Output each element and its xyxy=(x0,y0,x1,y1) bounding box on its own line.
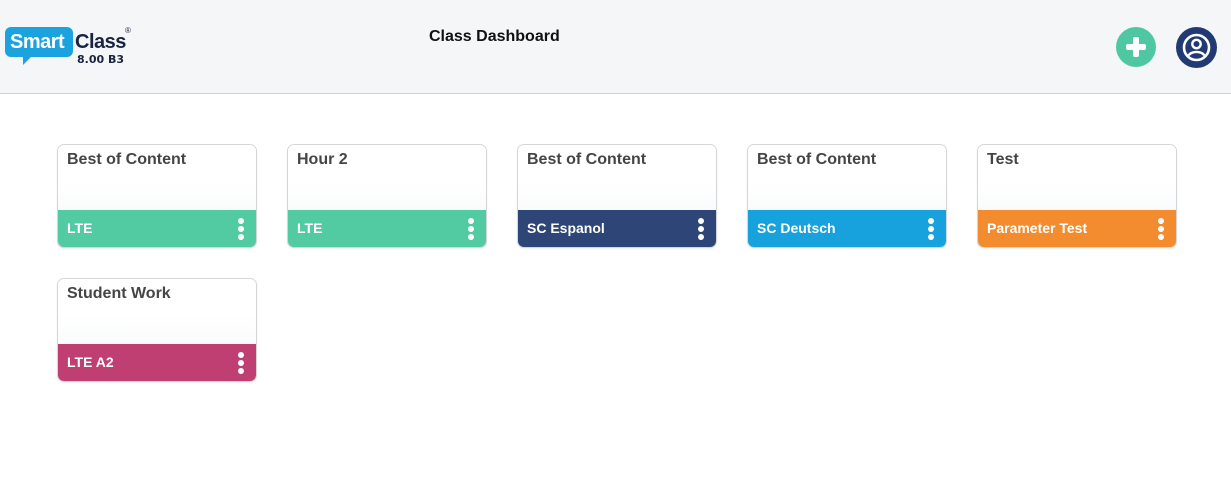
top-bar: Smart Class ® 8.00 B3 Class Dashboard xyxy=(0,0,1231,94)
class-subtitle: LTE xyxy=(67,220,93,236)
smartclass-logo: Smart Class ® 8.00 B3 xyxy=(5,26,135,69)
class-name: Best of Content xyxy=(67,151,187,168)
more-options-icon[interactable] xyxy=(234,217,248,241)
more-options-icon[interactable] xyxy=(694,217,708,241)
logo-registered-mark: ® xyxy=(125,26,131,35)
class-card-header: Best of Content xyxy=(58,145,256,210)
class-subtitle: LTE A2 xyxy=(67,354,114,370)
logo-speech-tail xyxy=(23,55,33,65)
class-card-footer: Parameter Test xyxy=(978,210,1176,247)
logo-text-class: Class xyxy=(75,31,126,53)
class-card-footer: LTE xyxy=(58,210,256,247)
page-title: Class Dashboard xyxy=(429,28,560,45)
class-name: Hour 2 xyxy=(297,151,348,168)
class-card-footer: LTE A2 xyxy=(58,344,256,381)
logo-text-smart: Smart xyxy=(10,31,65,53)
class-name: Best of Content xyxy=(527,151,647,168)
more-options-icon[interactable] xyxy=(1154,217,1168,241)
class-name: Best of Content xyxy=(757,151,877,168)
class-card[interactable]: Best of Content LTE xyxy=(57,144,257,248)
class-subtitle: LTE xyxy=(297,220,323,236)
class-name: Test xyxy=(987,151,1019,168)
more-options-icon[interactable] xyxy=(924,217,938,241)
class-card-header: Student Work xyxy=(58,279,256,344)
class-subtitle: SC Espanol xyxy=(527,220,605,236)
more-options-icon[interactable] xyxy=(464,217,478,241)
class-card-footer: SC Espanol xyxy=(518,210,716,247)
more-options-icon[interactable] xyxy=(234,351,248,375)
app-version: 8.00 B3 xyxy=(77,53,125,66)
class-card-header: Best of Content xyxy=(518,145,716,210)
class-subtitle: Parameter Test xyxy=(987,220,1088,236)
class-name: Student Work xyxy=(67,285,171,302)
class-subtitle: SC Deutsch xyxy=(757,220,836,236)
class-card-header: Best of Content xyxy=(748,145,946,210)
class-card[interactable]: Best of Content SC Espanol xyxy=(517,144,717,248)
add-class-button[interactable] xyxy=(1116,27,1156,67)
class-card-footer: SC Deutsch xyxy=(748,210,946,247)
class-card-header: Test xyxy=(978,145,1176,210)
class-card[interactable]: Best of Content SC Deutsch xyxy=(747,144,947,248)
user-circle-icon xyxy=(1182,33,1211,62)
class-card-header: Hour 2 xyxy=(288,145,486,210)
class-card[interactable]: Hour 2 LTE xyxy=(287,144,487,248)
class-card-footer: LTE xyxy=(288,210,486,247)
class-card[interactable]: Test Parameter Test xyxy=(977,144,1177,248)
user-profile-button[interactable] xyxy=(1176,27,1217,68)
class-card[interactable]: Student Work LTE A2 xyxy=(57,278,257,382)
